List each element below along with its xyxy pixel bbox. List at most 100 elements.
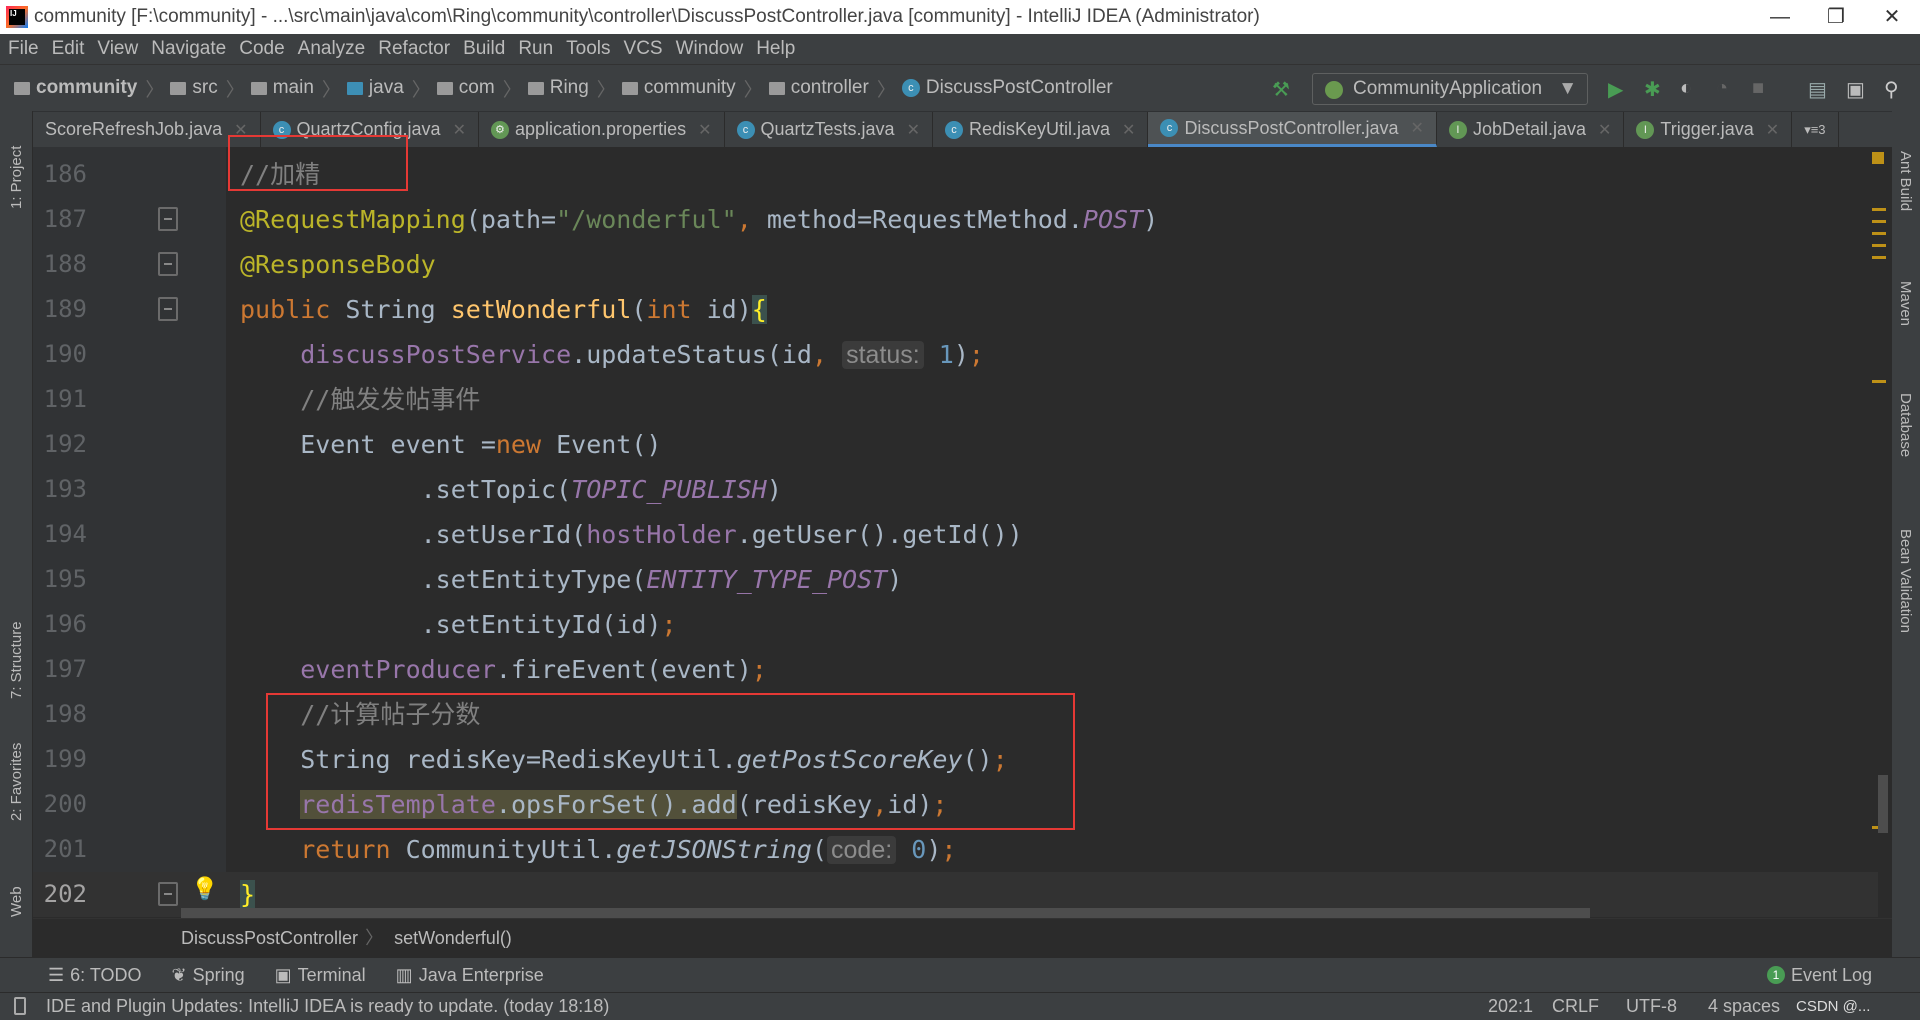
code-token: id) <box>706 295 752 324</box>
menu-file[interactable]: File <box>8 34 46 64</box>
nav-crumb[interactable]: java <box>346 77 404 99</box>
close-tab-icon[interactable]: ✕ <box>698 120 711 140</box>
nav-crumb[interactable]: Ring <box>527 77 589 99</box>
chevron-right-icon: 〉 <box>743 79 763 101</box>
code-token: TOPIC_PUBLISH <box>571 475 767 504</box>
navigation-bar: community 〉 src 〉 main 〉 java 〉 com 〉 Ring 〉 communi… <box>0 64 1920 111</box>
nav-crumb[interactable]: main <box>250 77 314 99</box>
tool-database[interactable]: Database <box>1897 393 1914 457</box>
tool-structure[interactable]: 7: Structure <box>8 621 25 699</box>
tool-java-enterprise[interactable]: ▥ Java Enterprise <box>396 965 544 986</box>
horizontal-scrollbar[interactable] <box>181 908 1590 918</box>
tabs-overflow-button[interactable]: ▾≡3 <box>1792 112 1839 147</box>
tool-project[interactable]: 1: Project <box>8 146 25 209</box>
code-line: eventProducer.fireEvent(event); <box>240 647 1158 692</box>
tab-trigger-java[interactable]: I Trigger.java ✕ <box>1624 112 1793 147</box>
run-configuration-dropdown[interactable]: CommunityApplication ▼ <box>1312 73 1588 105</box>
nav-crumb[interactable]: src <box>170 77 218 99</box>
menu-build[interactable]: Build <box>463 34 512 64</box>
crumb-label: community <box>36 77 138 98</box>
menu-help[interactable]: Help <box>756 34 802 64</box>
coverage-icon[interactable]: ◐ <box>1680 77 1692 100</box>
vertical-scrollbar[interactable] <box>1878 775 1888 833</box>
restore-button[interactable]: ❐ <box>1808 0 1864 34</box>
status-message[interactable]: IDE and Plugin Updates: IntelliJ IDEA is… <box>46 993 609 1020</box>
tool-web[interactable]: Web <box>8 886 25 917</box>
nav-crumb[interactable]: c DiscussPostController <box>901 77 1113 99</box>
tool-spring[interactable]: ❦ Spring <box>172 965 245 986</box>
tab-rediskeyutil-java[interactable]: c RedisKeyUtil.java ✕ <box>933 112 1149 147</box>
tab-scorerefreshjob-java[interactable]: ScoreRefreshJob.java ✕ <box>33 112 261 147</box>
fold-marker-icon[interactable] <box>158 252 178 276</box>
breadcrumb-method[interactable]: setWonderful() <box>394 928 512 948</box>
crumb-label: Ring <box>549 77 589 98</box>
menu-navigate[interactable]: Navigate <box>151 34 233 64</box>
tool-bean-validation[interactable]: Bean Validation <box>1897 529 1914 633</box>
file-encoding[interactable]: UTF-8 <box>1626 993 1677 1020</box>
tab-jobdetail-java[interactable]: I JobDetail.java ✕ <box>1437 112 1625 147</box>
build-hammer-icon[interactable]: ⚒ <box>1272 77 1290 102</box>
toggle-tool-windows-icon[interactable] <box>14 997 26 1015</box>
tool-6-todo[interactable]: ☰ 6: TODO <box>48 965 142 986</box>
nav-crumb[interactable]: community <box>621 77 736 99</box>
close-tab-icon[interactable]: ✕ <box>453 120 466 140</box>
debug-icon[interactable]: ✱ <box>1644 77 1661 102</box>
line-number: 187 <box>43 205 87 233</box>
close-tab-icon[interactable]: ✕ <box>1598 120 1611 140</box>
tool-terminal[interactable]: ▣ Terminal <box>275 965 366 986</box>
stop-icon[interactable]: ■ <box>1752 77 1764 100</box>
close-tab-icon[interactable]: ✕ <box>1766 120 1779 140</box>
chevron-right-icon: 〉 <box>225 79 245 101</box>
menu-code[interactable]: Code <box>239 34 291 64</box>
indent-setting[interactable]: 4 spaces <box>1708 993 1780 1020</box>
right-tool-strip: Ant Build Maven Database Bean Validation <box>1892 111 1920 957</box>
nav-crumb[interactable]: com <box>436 77 495 99</box>
code-token: eventProducer <box>300 655 496 684</box>
inspection-status-icon[interactable] <box>1872 152 1884 164</box>
run-icon[interactable]: ▶ <box>1608 77 1623 102</box>
tab-quartztests-java[interactable]: c QuartzTests.java ✕ <box>725 112 933 147</box>
close-button[interactable]: ✕ <box>1864 0 1920 34</box>
crumb-label: main <box>272 77 314 98</box>
menu-edit[interactable]: Edit <box>52 34 92 64</box>
nav-crumb[interactable]: community <box>14 77 137 99</box>
chevron-right-icon: 〉 <box>145 79 165 101</box>
search-icon[interactable]: ⚲ <box>1884 77 1899 102</box>
fold-marker-icon[interactable] <box>158 882 178 906</box>
menu-refactor[interactable]: Refactor <box>378 34 457 64</box>
lightbulb-icon[interactable]: 💡 <box>191 876 218 902</box>
tool-maven[interactable]: Maven <box>1897 281 1914 326</box>
menu-tools[interactable]: Tools <box>566 34 617 64</box>
code-token: ) <box>1143 205 1159 234</box>
line-separator[interactable]: CRLF <box>1552 993 1599 1020</box>
structure-breadcrumb: DiscussPostController 〉 setWonderful() <box>33 918 1892 957</box>
close-tab-icon[interactable]: ✕ <box>907 120 920 140</box>
status-bar: IDE and Plugin Updates: IntelliJ IDEA is… <box>0 992 1920 1020</box>
nav-crumb[interactable]: controller <box>768 77 869 99</box>
menu-view[interactable]: View <box>97 34 145 64</box>
fold-marker-icon[interactable] <box>158 297 178 321</box>
tab-application-properties[interactable]: ⚙ application.properties ✕ <box>479 112 725 147</box>
run-anything-icon[interactable]: ▣ <box>1846 77 1865 102</box>
close-tab-icon[interactable]: ✕ <box>1411 118 1424 138</box>
event-log-button[interactable]: 1 Event Log <box>1766 965 1872 986</box>
close-tab-icon[interactable]: ✕ <box>1122 120 1135 140</box>
code-token: .setEntityType( <box>240 565 647 594</box>
breadcrumb-class[interactable]: DiscussPostController <box>181 928 358 948</box>
menu-vcs[interactable]: VCS <box>624 34 670 64</box>
project-structure-icon[interactable]: ▤ <box>1808 77 1827 102</box>
menu-run[interactable]: Run <box>518 34 560 64</box>
tab-discusspostcontroller-java[interactable]: c DiscussPostController.java ✕ <box>1148 112 1437 147</box>
code-token: public <box>240 295 346 324</box>
menu-analyze[interactable]: Analyze <box>298 34 373 64</box>
minimize-button[interactable]: — <box>1752 0 1808 34</box>
fold-marker-icon[interactable] <box>158 207 178 231</box>
code-line: //触发发帖事件 <box>240 377 1158 422</box>
code-token: getJSONString <box>616 835 812 864</box>
profile-icon[interactable]: ◔ <box>1716 77 1728 100</box>
menu-window[interactable]: Window <box>676 34 751 64</box>
tool-favorites[interactable]: 2: Favorites <box>8 743 25 821</box>
caret-position[interactable]: 202:1 <box>1488 993 1533 1020</box>
line-number: 189 <box>43 295 87 323</box>
tool-ant-build[interactable]: Ant Build <box>1897 151 1914 211</box>
